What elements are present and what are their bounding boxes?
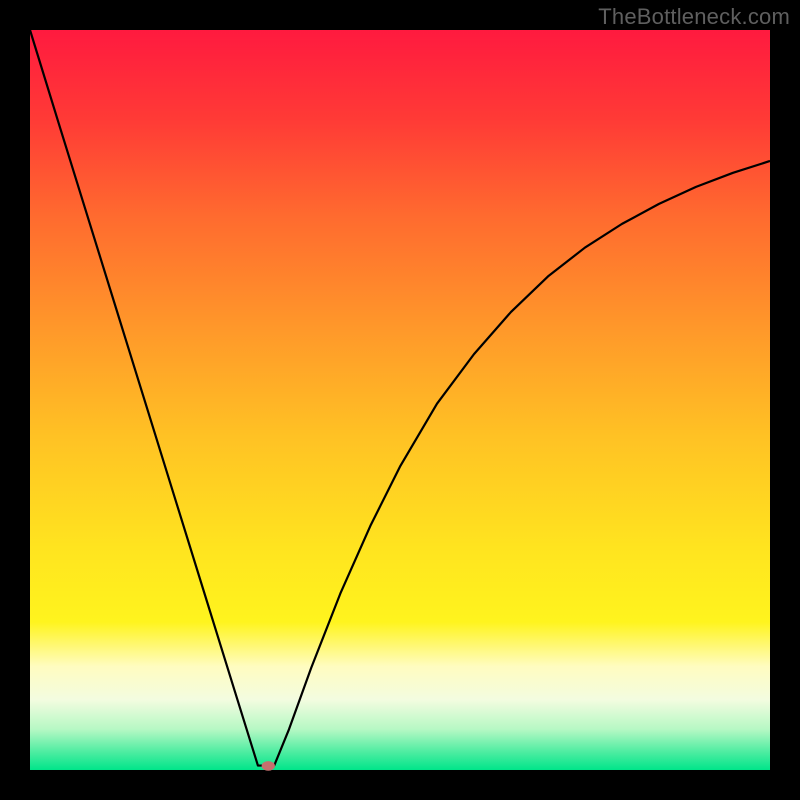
watermark-text: TheBottleneck.com [598,4,790,30]
minimum-marker [262,761,275,771]
chart-frame: TheBottleneck.com [0,0,800,800]
bottleneck-chart [0,0,800,800]
plot-gradient-background [30,30,770,770]
